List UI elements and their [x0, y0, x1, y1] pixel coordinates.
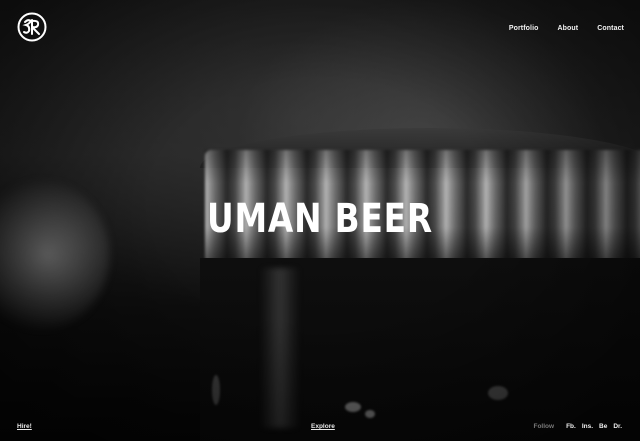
social-facebook[interactable]: Fb.	[566, 423, 576, 430]
hero-title: UMAN BEER	[207, 196, 433, 242]
speck	[488, 386, 508, 400]
hire-link[interactable]: Hire!	[17, 423, 32, 430]
bottle-body	[200, 258, 640, 441]
main-nav: Portfolio About Contact	[509, 25, 624, 32]
follow-label: Follow	[533, 423, 555, 430]
social-dribbble[interactable]: Dr.	[613, 423, 622, 430]
social-instagram[interactable]: Ins.	[582, 423, 593, 430]
social-links: Follow Fb. Ins. Be Dr.	[533, 423, 622, 430]
speck	[212, 375, 220, 405]
logo-icon[interactable]	[17, 12, 47, 42]
speck	[365, 410, 375, 418]
social-behance[interactable]: Be	[599, 423, 607, 430]
hero-section: Portfolio About Contact UMAN BEER Hire! …	[0, 0, 640, 441]
nav-contact[interactable]: Contact	[597, 25, 624, 32]
nav-portfolio[interactable]: Portfolio	[509, 25, 539, 32]
nav-about[interactable]: About	[558, 25, 579, 32]
speck	[345, 402, 361, 412]
explore-link[interactable]: Explore	[311, 423, 335, 430]
